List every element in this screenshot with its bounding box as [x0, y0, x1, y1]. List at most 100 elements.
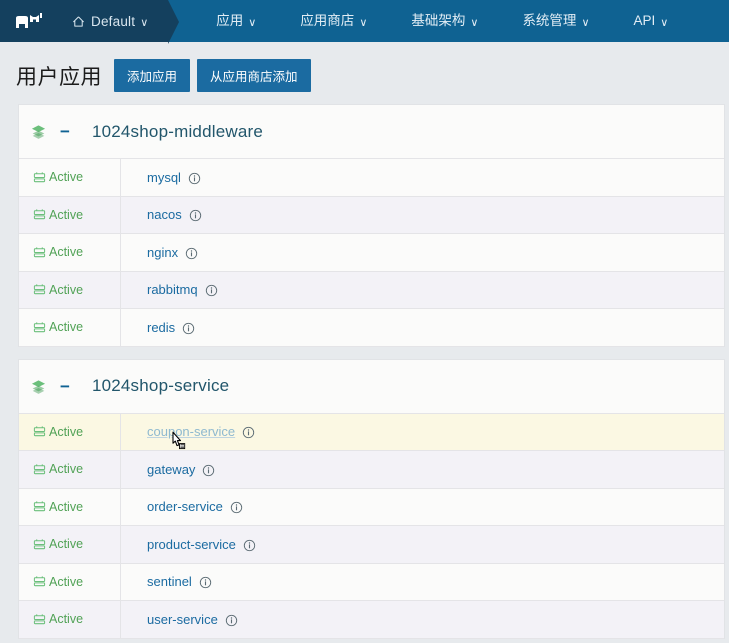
status-label: Active — [49, 499, 84, 514]
chevron-down-icon: ∨ — [140, 16, 149, 29]
rancher-logo[interactable] — [0, 0, 58, 42]
service-icon — [33, 321, 46, 334]
status-label: Active — [49, 537, 84, 552]
status-label: Active — [49, 320, 84, 335]
table-row[interactable]: Active product-service — [19, 526, 724, 564]
info-icon[interactable] — [243, 539, 256, 552]
info-icon[interactable] — [225, 614, 238, 627]
collapse-toggle[interactable]: − — [60, 378, 70, 395]
group-name: 1024shop-middleware — [91, 121, 264, 141]
status-cell: Active — [19, 234, 121, 271]
status-cell: Active — [19, 159, 121, 196]
chevron-down-icon: ∨ — [581, 16, 590, 29]
name-cell: user-service — [121, 601, 724, 638]
app-name-link[interactable]: order-service — [147, 499, 223, 514]
add-from-catalog-button[interactable]: 从应用商店添加 — [197, 59, 311, 92]
table-row[interactable]: Active nacos — [19, 196, 724, 234]
nav-item-api[interactable]: API ∨ — [612, 0, 691, 45]
info-icon[interactable] — [189, 209, 202, 222]
nav-item-apps[interactable]: 应用 ∨ — [194, 0, 278, 45]
group-header[interactable]: − 1024shop-middleware — [19, 105, 724, 159]
service-icon — [33, 538, 46, 551]
nav-item-infrastructure-label: 基础架构 — [411, 12, 466, 28]
nav-item-catalog-label: 应用商店 — [300, 12, 355, 28]
group-header[interactable]: − 1024shop-service — [19, 359, 724, 414]
chevron-down-icon: ∨ — [470, 16, 479, 29]
app-name-link[interactable]: nacos — [147, 207, 182, 222]
table-row[interactable]: Active sentinel — [19, 563, 724, 601]
table-row[interactable]: Active mysql — [19, 159, 724, 197]
apps-table: − 1024shop-middleware Active mysql Activ… — [0, 104, 729, 639]
table-row[interactable]: Active redis — [19, 309, 724, 347]
info-icon[interactable] — [202, 464, 215, 477]
cluster-name: Default — [91, 13, 136, 29]
add-app-button[interactable]: 添加应用 — [114, 59, 191, 92]
chevron-down-icon: ∨ — [660, 16, 669, 29]
app-name-link[interactable]: gateway — [147, 462, 195, 477]
name-cell: nacos — [121, 197, 724, 234]
table-row[interactable]: Active coupon-service — [19, 413, 724, 451]
app-name-link[interactable]: sentinel — [147, 574, 192, 589]
top-navbar: Default ∨ 应用 ∨ 应用商店 ∨ 基础架构 ∨ 系统管理 ∨ API ∨ — [0, 0, 729, 45]
status-cell: Active — [19, 309, 121, 346]
info-icon[interactable] — [230, 501, 243, 514]
name-cell: product-service — [121, 526, 724, 563]
status-label: Active — [49, 207, 84, 222]
table-row[interactable]: Active nginx — [19, 234, 724, 272]
info-icon[interactable] — [182, 322, 195, 335]
name-cell: sentinel — [121, 564, 724, 601]
service-icon — [33, 613, 46, 626]
page-header: 用户应用 添加应用 从应用商店添加 — [0, 45, 729, 104]
status-label: Active — [49, 462, 84, 477]
name-cell: order-service — [121, 489, 724, 526]
info-icon[interactable] — [205, 284, 218, 297]
nav-item-system-label: 系统管理 — [522, 12, 577, 28]
status-cell: Active — [19, 601, 121, 638]
nav-item-infrastructure[interactable]: 基础架构 ∨ — [389, 0, 500, 45]
table-row[interactable]: Active rabbitmq — [19, 271, 724, 309]
app-group-middleware: − 1024shop-middleware Active mysql Activ… — [18, 104, 725, 347]
app-name-link[interactable]: mysql — [147, 170, 181, 185]
page-title: 用户应用 — [16, 65, 102, 89]
service-icon — [33, 575, 46, 588]
info-icon[interactable] — [199, 576, 212, 589]
table-row[interactable]: Active gateway — [19, 451, 724, 489]
layers-icon — [31, 124, 46, 139]
home-icon — [72, 15, 85, 28]
status-label: Active — [49, 282, 84, 297]
service-icon — [33, 500, 46, 513]
chevron-down-icon: ∨ — [248, 16, 257, 29]
service-icon — [33, 425, 46, 438]
nav-item-catalog[interactable]: 应用商店 ∨ — [278, 0, 389, 45]
name-cell: gateway — [121, 451, 724, 488]
info-icon[interactable] — [188, 172, 201, 185]
info-icon[interactable] — [242, 426, 255, 439]
name-cell: mysql — [121, 159, 724, 196]
app-group-service: − 1024shop-service Active coupon-service — [18, 358, 725, 639]
status-cell: Active — [19, 451, 121, 488]
table-row[interactable]: Active user-service — [19, 601, 724, 639]
status-label: Active — [49, 245, 84, 260]
name-cell: nginx — [121, 234, 724, 271]
service-icon — [33, 463, 46, 476]
nav-item-system[interactable]: 系统管理 ∨ — [500, 0, 611, 45]
status-cell: Active — [19, 563, 121, 600]
app-name-link[interactable]: product-service — [147, 537, 236, 552]
status-cell: Active — [19, 526, 121, 563]
table-row[interactable]: Active order-service — [19, 488, 724, 526]
nav-menu: 应用 ∨ 应用商店 ∨ 基础架构 ∨ 系统管理 ∨ API ∨ — [168, 0, 690, 42]
app-name-link[interactable]: user-service — [147, 612, 218, 627]
app-name-link[interactable]: coupon-service — [147, 424, 235, 439]
app-name-link[interactable]: redis — [147, 320, 175, 335]
service-icon — [33, 246, 46, 259]
app-name-link[interactable]: nginx — [147, 245, 178, 260]
name-cell: redis — [121, 309, 724, 346]
status-label: Active — [49, 170, 84, 185]
service-icon — [33, 283, 46, 296]
collapse-toggle[interactable]: − — [60, 123, 70, 140]
status-label: Active — [49, 612, 84, 627]
cluster-selector[interactable]: Default ∨ — [58, 0, 180, 44]
status-cell: Active — [19, 413, 121, 450]
app-name-link[interactable]: rabbitmq — [147, 282, 198, 297]
info-icon[interactable] — [185, 247, 198, 260]
